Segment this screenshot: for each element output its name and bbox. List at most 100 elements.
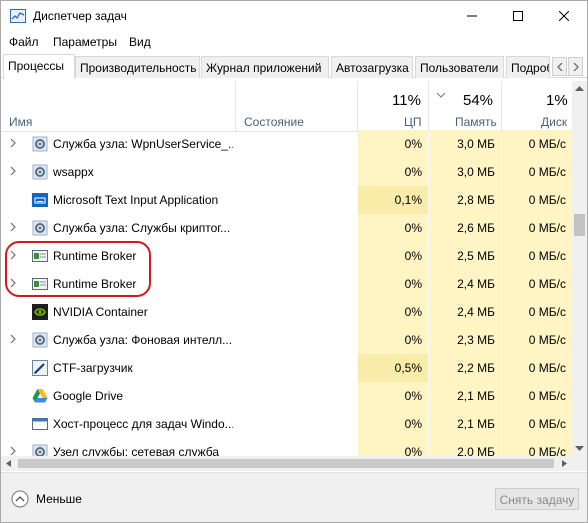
chevron-right-icon[interactable] [10,446,16,456]
table-row[interactable]: Узел службы: сетевая служба 0% 2,0 МБ 0 … [1,438,572,456]
column-memory[interactable]: Память [455,115,497,129]
vertical-scrollbar[interactable] [572,81,587,456]
collapse-up-icon[interactable] [11,490,29,508]
cpu-cell: 0% [358,326,428,354]
pen-icon [32,360,48,376]
memory-cell: 2,1 МБ [429,410,501,438]
scroll-up-icon[interactable] [574,85,585,92]
memory-cell: 2,5 МБ [429,242,501,270]
maximize-icon [513,11,523,21]
disk-cell: 0 МБ/с [502,214,572,242]
task-manager-app-icon [10,9,26,23]
scroll-right-icon[interactable] [561,460,568,467]
chevron-right-icon[interactable] [10,250,16,260]
chevron-right-icon[interactable] [10,278,16,288]
tab-startup[interactable]: Автозагрузка [331,56,413,78]
minimize-button[interactable] [449,1,495,31]
google-drive-icon [32,389,48,403]
title-bar[interactable]: Диспетчер задач [1,1,587,31]
tab-processes[interactable]: Процессы [3,54,75,79]
table-row[interactable]: Служба узла: Службы криптог... 0% 2,6 МБ… [1,214,572,242]
sort-descending-icon [437,93,445,98]
horizontal-scroll-thumb[interactable] [18,459,554,468]
process-name: Служба узла: Фоновая интелл... [53,333,233,347]
column-divider[interactable] [428,81,429,132]
scroll-down-icon[interactable] [574,445,585,452]
column-disk[interactable]: Диск [541,115,567,129]
column-divider[interactable] [357,81,358,132]
memory-cell: 2,6 МБ [429,214,501,242]
table-row[interactable]: NVIDIA Container 0% 2,4 МБ 0 МБ/с [1,298,572,326]
close-icon [559,11,569,21]
disk-cell: 0 МБ/с [502,410,572,438]
disk-total-percent[interactable]: 1% [546,92,568,109]
chevron-right-icon[interactable] [10,166,16,176]
scrollbar-corner [572,456,587,471]
gear-icon [32,332,48,348]
disk-cell: 0 МБ/с [502,158,572,186]
memory-total-percent[interactable]: 54% [463,92,493,109]
process-name: Узел службы: сетевая служба [53,445,220,456]
chevron-right-icon[interactable] [10,334,16,344]
tab-strip: Процессы Производительность Журнал прило… [1,54,587,79]
column-name[interactable]: Имя [9,115,32,129]
process-name: Хост-процесс для задач Windo... [53,417,233,431]
column-status[interactable]: Состояние [244,115,304,129]
nvidia-icon [32,304,48,320]
window-icon [32,278,48,290]
vertical-scroll-thumb[interactable] [574,214,585,236]
table-row[interactable]: Runtime Broker 0% 2,4 МБ 0 МБ/с [1,270,572,298]
tab-performance[interactable]: Производительность [75,56,200,78]
disk-cell: 0 МБ/с [502,270,572,298]
chevron-right-icon[interactable] [10,138,16,148]
close-button[interactable] [541,1,587,31]
memory-cell: 2,4 МБ [429,298,501,326]
table-row[interactable]: Google Drive 0% 2,1 МБ 0 МБ/с [1,382,572,410]
tab-app-history[interactable]: Журнал приложений [201,56,329,78]
process-name: CTF-загрузчик [53,361,133,375]
end-task-button[interactable]: Снять задачу [495,488,579,510]
task-manager-window: Диспетчер задач Файл Параметры Вид Проце… [0,0,588,523]
table-row[interactable]: Microsoft Text Input Application 0,1% 2,… [1,186,572,214]
memory-cell: 2,3 МБ [429,326,501,354]
disk-cell: 0 МБ/с [502,298,572,326]
scroll-left-icon[interactable] [5,460,12,467]
column-divider[interactable] [235,81,236,132]
menu-view[interactable]: Вид [129,35,151,49]
cpu-cell: 0% [358,270,428,298]
tab-users[interactable]: Пользователи [415,56,504,78]
tab-scroll-right-button[interactable] [568,57,583,76]
column-cpu[interactable]: ЦП [404,115,422,129]
disk-cell: 0 МБ/с [502,382,572,410]
disk-cell: 0 МБ/с [502,242,572,270]
keyboard-icon [32,193,48,207]
process-name: Google Drive [53,389,124,403]
table-row[interactable]: Служба узла: WpnUserService_... 0% 3,0 М… [1,130,572,158]
fewer-details-link[interactable]: Меньше [36,492,82,506]
cpu-cell: 0% [358,158,428,186]
cpu-cell: 0% [358,298,428,326]
gear-icon [32,136,48,152]
chevron-right-icon[interactable] [10,222,16,232]
cpu-cell: 0,1% [358,186,428,214]
maximize-button[interactable] [495,1,541,31]
tab-scroll-left-button[interactable] [552,57,567,76]
menu-options[interactable]: Параметры [53,35,117,49]
table-row[interactable]: Служба узла: Фоновая интелл... 0% 2,3 МБ… [1,326,572,354]
table-row[interactable]: CTF-загрузчик 0,5% 2,2 МБ 0 МБ/с [1,354,572,382]
table-row[interactable]: wsappx 0% 3,0 МБ 0 МБ/с [1,158,572,186]
cpu-cell: 0% [358,382,428,410]
horizontal-scrollbar[interactable] [1,456,572,471]
cpu-total-percent[interactable]: 11% [392,92,421,109]
column-divider[interactable] [501,81,502,132]
table-row[interactable]: Runtime Broker 0% 2,5 МБ 0 МБ/с [1,242,572,270]
menu-file[interactable]: Файл [9,35,39,49]
table-row[interactable]: Хост-процесс для задач Windo... 0% 2,1 М… [1,410,572,438]
process-name: wsappx [53,165,94,179]
cpu-cell: 0% [358,438,428,456]
process-list: Служба узла: WpnUserService_... 0% 3,0 М… [1,130,572,456]
tab-details[interactable]: Подроб [506,56,550,78]
memory-cell: 2,2 МБ [429,354,501,382]
cpu-cell: 0% [358,214,428,242]
disk-cell: 0 МБ/с [502,130,572,158]
